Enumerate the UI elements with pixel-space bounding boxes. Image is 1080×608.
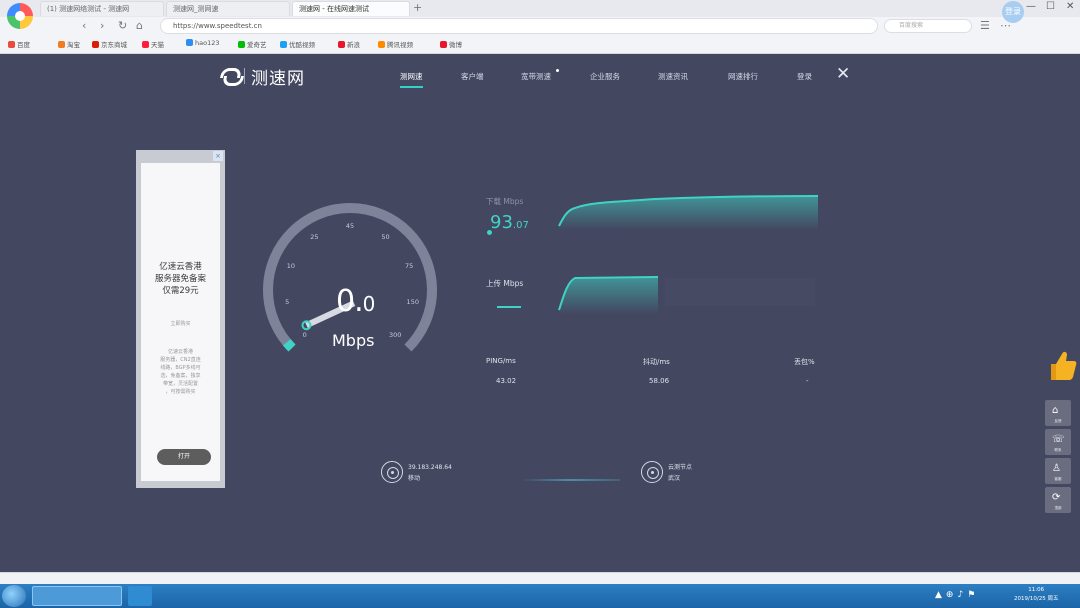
ad-panel[interactable]: 亿速云香港 服务器免备案 仅需29元 立即购买 亿速云香港 服务器，CN2直连 … (136, 150, 225, 488)
upload-placeholder (665, 278, 815, 306)
tab-label: 测速网_测网速 (173, 5, 219, 13)
bookmark-item[interactable]: 微博 (440, 39, 462, 49)
tab-1[interactable]: (1) 测速网络测试 - 测速网 (40, 1, 164, 16)
gauge-tick-label: 150 (406, 298, 419, 307)
start-button[interactable] (2, 585, 26, 607)
user-icon: ♙ (1052, 463, 1061, 474)
download-area (559, 196, 818, 230)
jitter-value: 58.06 (649, 377, 670, 385)
bookmark-item[interactable]: 天猫 (142, 39, 164, 49)
upload-area (559, 277, 658, 314)
client-info: 39.183.248.64 移动 (408, 464, 452, 482)
phone-icon: ☏ (1052, 434, 1065, 445)
loss-label: 丢包% (794, 358, 815, 366)
feedback-button[interactable]: ⌂ 反馈 (1045, 400, 1071, 426)
gauge-tick-label: 10 (286, 261, 295, 270)
gauge-tick-label: 45 (345, 222, 355, 230)
upload-indicator (497, 306, 521, 308)
search-input[interactable]: 百度搜索 (884, 19, 972, 33)
gauge-tick-label: 300 (389, 331, 402, 340)
system-tray[interactable]: ▲⊕♪⚑ (935, 590, 979, 600)
bookmark-item[interactable]: 新浪 (338, 39, 360, 49)
home-icon[interactable]: ⌂ (136, 19, 143, 32)
ad-close-icon[interactable]: × (213, 151, 223, 161)
upload-label: 上传 Mbps (486, 279, 524, 288)
browser-status-bar (0, 572, 1080, 584)
contact-button[interactable]: ☏ 联系 (1045, 429, 1071, 455)
taskbar-browser[interactable] (32, 586, 122, 606)
loss-value: - (806, 377, 809, 385)
ad-description: 亿速云香港 服务器，CN2直连 线路，BGP多线可 选，免备案，独享 带宽，灵活… (160, 349, 201, 395)
tab-3[interactable]: 测速网 - 在线网速测试 (292, 1, 410, 16)
current-speed-value: 0.0 (336, 284, 375, 319)
top-icon: ⟳ (1052, 492, 1061, 503)
menu-login[interactable]: 登录 (797, 71, 812, 82)
browser-chrome: (1) 测速网络测试 - 测速网 测速网_测网速 测速网 - 在线网速测试 + … (0, 0, 1080, 54)
tab-2[interactable]: 测速网_测网速 (166, 1, 290, 16)
new-tab-button[interactable]: + (413, 0, 422, 15)
gauge-tick-label: 75 (404, 261, 414, 270)
address-bar[interactable]: https://www.speedtest.cn (160, 18, 878, 34)
thumbs-up-icon[interactable] (1050, 346, 1078, 382)
back-to-top-button[interactable]: ⟳ 顶部 (1045, 487, 1071, 513)
bookmark-item[interactable]: 优酷视频 (280, 39, 315, 49)
menu-speedtest[interactable]: 测网速 (400, 71, 423, 88)
download-indicator (487, 230, 492, 235)
menu-enterprise[interactable]: 企业服务 (590, 71, 620, 82)
gauge-tick-label: 50 (381, 232, 390, 241)
menu-broadband[interactable]: 宽带测速 (521, 71, 551, 82)
menu-news[interactable]: 测速资讯 (658, 71, 688, 82)
taskbar: ▲⊕♪⚑ 11:06 2019/10/25 周五 (0, 584, 1080, 608)
ad-title: 亿速云香港 服务器免备案 仅需29元 (154, 262, 206, 296)
site-logo-icon (220, 66, 238, 86)
tab-label: (1) 测速网络测试 - 测速网 (47, 5, 130, 13)
ad-content: 亿速云香港 服务器免备案 仅需29元 立即购买 亿速云香港 服务器，CN2直连 … (141, 163, 220, 481)
download-value: 93.07 (490, 212, 529, 233)
server-info[interactable]: 云测节点 武汉 (668, 462, 692, 484)
download-speed-graph (558, 195, 819, 230)
extension-icon[interactable]: ⋯ (1000, 19, 1011, 32)
ping-value: 43.02 (496, 377, 517, 385)
maximize-button[interactable]: ☐ (1046, 1, 1055, 12)
back-icon[interactable]: ‹ (82, 19, 86, 32)
download-label: 下载 Mbps (486, 197, 524, 206)
bookmark-item[interactable]: 爱奇艺 (238, 39, 267, 49)
refresh-icon[interactable]: ↻ (118, 19, 127, 32)
client-location-icon (381, 461, 403, 483)
bookmark-item[interactable]: 京东商城 (92, 39, 127, 49)
close-icon[interactable]: ✕ (836, 64, 850, 84)
bookmark-item[interactable]: hao123 (186, 39, 220, 47)
tab-label: 测速网 - 在线网速测试 (299, 5, 369, 13)
gauge-tick-label: 0 (302, 331, 307, 340)
taskbar-app[interactable] (128, 586, 152, 606)
connection-line (520, 479, 620, 481)
gauge-tick-label: 25 (310, 232, 319, 241)
current-speed-unit: Mbps (332, 331, 375, 350)
bookmark-item[interactable]: 百度 (8, 39, 30, 49)
ping-label: PING/ms (486, 357, 516, 365)
site-logo[interactable]: 测速网 (220, 64, 305, 89)
navigation-row: ‹ › ↻ ⌂ https://www.speedtest.cn 百度搜索 ☰ … (0, 17, 1080, 36)
gauge-progress (282, 339, 296, 352)
service-button[interactable]: ♙ 客服 (1045, 458, 1071, 484)
forward-icon[interactable]: › (100, 19, 104, 32)
ad-open-button[interactable]: 打开 (157, 449, 211, 465)
clock[interactable]: 11:06 2019/10/25 周五 (1014, 586, 1058, 604)
gauge-tick-label: 5 (285, 298, 290, 307)
ad-subtitle: 立即购买 (170, 321, 191, 327)
menu-icon[interactable]: ☰ (980, 19, 990, 32)
menu-ranking[interactable]: 网速排行 (728, 71, 758, 82)
bookmarks-bar: 百度 淘宝 京东商城 天猫 hao123 爱奇艺 优酷视频 新浪 腾讯视频 微博 (0, 37, 1080, 53)
server-node-icon[interactable] (641, 461, 663, 483)
close-window-button[interactable]: ✕ (1066, 1, 1074, 12)
feedback-icon: ⌂ (1052, 405, 1059, 416)
minimize-button[interactable]: — (1026, 1, 1036, 12)
site-name: 测速网 (251, 68, 305, 89)
bookmark-item[interactable]: 淘宝 (58, 39, 80, 49)
jitter-label: 抖动/ms (643, 358, 670, 366)
upload-speed-graph (558, 276, 815, 314)
menu-client[interactable]: 客户端 (461, 71, 484, 82)
new-badge (556, 69, 559, 72)
bookmark-item[interactable]: 腾讯视频 (378, 39, 413, 49)
